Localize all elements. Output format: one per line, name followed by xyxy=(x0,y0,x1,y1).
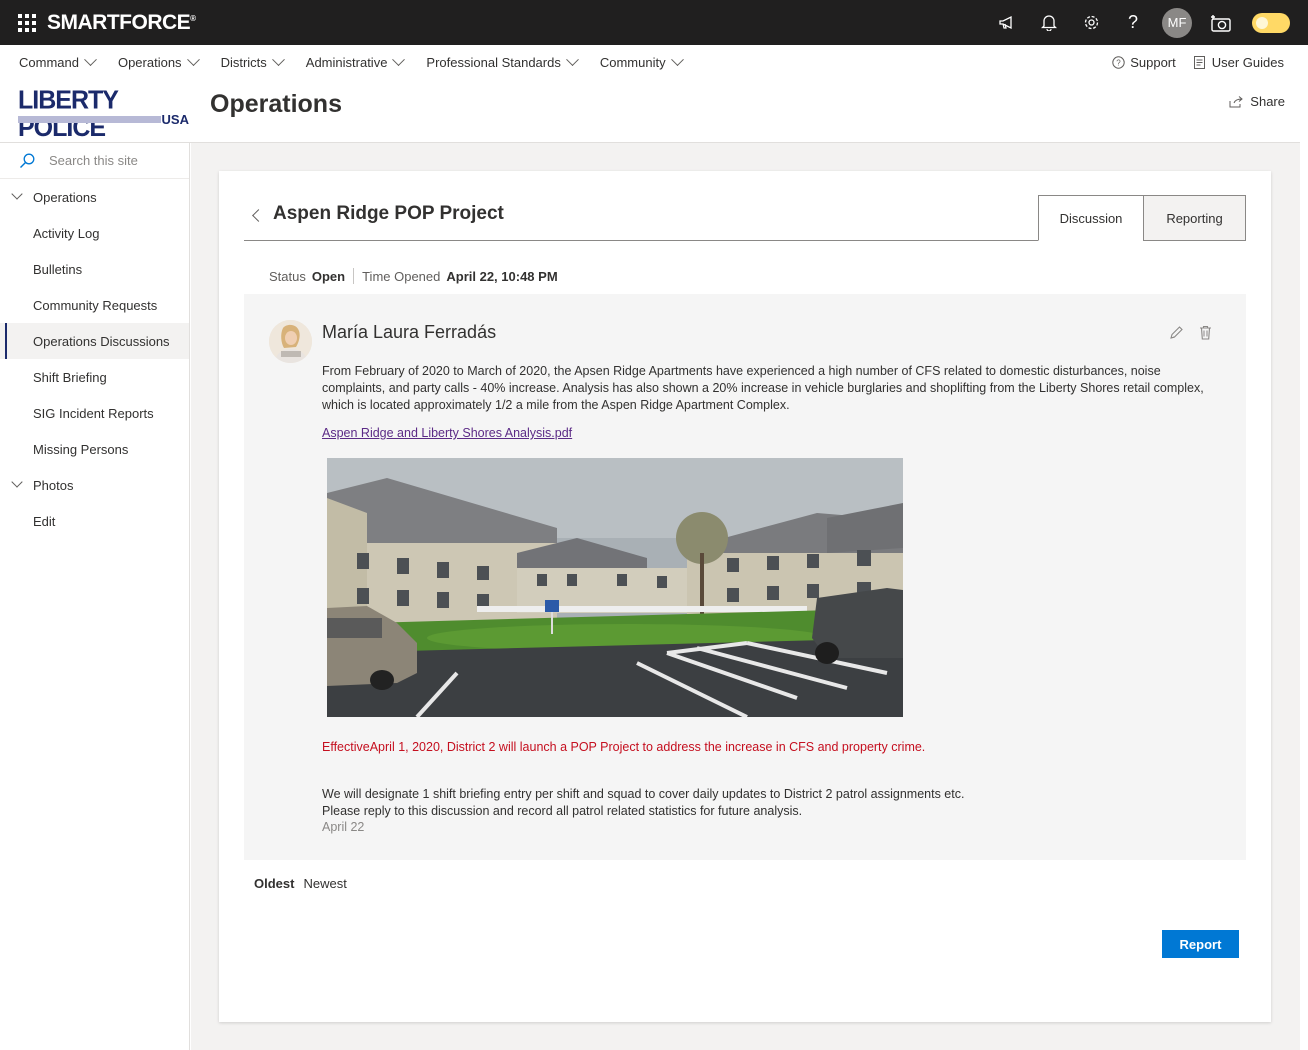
camera-icon[interactable] xyxy=(1200,0,1242,45)
sort-oldest[interactable]: Oldest xyxy=(254,876,294,891)
leftnav-photos[interactable]: Photos xyxy=(0,467,189,503)
post-date: April 22 xyxy=(322,820,365,834)
tab-reporting[interactable]: Reporting xyxy=(1143,195,1246,241)
reply-sort: Oldest Newest xyxy=(254,876,347,891)
leftnav-missing-persons[interactable]: Missing Persons xyxy=(0,431,189,467)
search-placeholder: Search this site xyxy=(49,153,138,168)
user-guides-link[interactable]: User Guides xyxy=(1193,55,1284,70)
report-button[interactable]: Report xyxy=(1162,930,1239,958)
chevron-down-icon xyxy=(392,53,406,67)
help-circle-icon: ? xyxy=(1112,56,1125,69)
leftnav-operations-discussions[interactable]: Operations Discussions xyxy=(0,323,189,359)
discussion-card: Aspen Ridge POP Project Discussion Repor… xyxy=(219,171,1271,1022)
post-followup: We will designate 1 shift briefing entry… xyxy=(322,787,965,818)
megaphone-icon[interactable] xyxy=(986,0,1028,45)
theme-toggle[interactable] xyxy=(1252,12,1290,33)
highlight-text: EffectiveApril 1, 2020, District 2 will … xyxy=(322,740,926,754)
attachment-link[interactable]: Aspen Ridge and Liberty Shores Analysis.… xyxy=(322,426,572,440)
leftnav-activity-log[interactable]: Activity Log xyxy=(0,215,189,251)
support-link[interactable]: ? Support xyxy=(1112,55,1176,70)
leftnav-edit[interactable]: Edit xyxy=(0,503,189,539)
tab-discussion[interactable]: Discussion xyxy=(1038,195,1144,241)
leftnav-community-requests[interactable]: Community Requests xyxy=(0,287,189,323)
chevron-down-icon[interactable] xyxy=(11,476,23,488)
nav-administrative[interactable]: Administrative xyxy=(306,53,406,70)
nav-professional-standards[interactable]: Professional Standards xyxy=(426,53,579,70)
leftnav-operations[interactable]: Operations xyxy=(0,179,189,215)
bell-icon[interactable] xyxy=(1028,0,1070,45)
help-icon[interactable]: ? xyxy=(1112,0,1154,45)
time-opened-label: Time Opened xyxy=(362,268,441,284)
discussion-header: Aspen Ridge POP Project Discussion Repor… xyxy=(244,195,1246,241)
leftnav-sig-incident-reports[interactable]: SIG Incident Reports xyxy=(0,395,189,431)
leftnav-shift-briefing[interactable]: Shift Briefing xyxy=(0,359,189,395)
document-icon xyxy=(1193,56,1205,69)
chevron-down-icon xyxy=(670,53,684,67)
share-icon xyxy=(1229,95,1244,107)
svg-text:?: ? xyxy=(1116,59,1121,68)
discussion-post: María Laura Ferradás From February of 20… xyxy=(244,294,1246,860)
site-logo[interactable]: LIBERTY POLICE USA xyxy=(18,87,191,141)
delete-icon[interactable] xyxy=(1199,325,1212,345)
status-label: Status xyxy=(269,268,306,284)
discussion-title: Aspen Ridge POP Project xyxy=(273,203,504,224)
page-canvas: Aspen Ridge POP Project Discussion Repor… xyxy=(191,143,1300,1050)
gear-icon[interactable] xyxy=(1070,0,1112,45)
chevron-down-icon xyxy=(565,53,579,67)
app-launcher-icon[interactable] xyxy=(16,12,38,34)
user-avatar[interactable]: MF xyxy=(1162,7,1192,38)
nav-operations[interactable]: Operations xyxy=(118,53,200,70)
author-avatar[interactable] xyxy=(269,320,312,363)
left-navigation: Search this site Operations Activity Log… xyxy=(0,143,190,1050)
edit-icon[interactable] xyxy=(1169,325,1184,345)
discussion-meta: Status Open Time Opened April 22, 10:48 … xyxy=(269,268,558,284)
chevron-down-icon xyxy=(84,53,97,67)
chevron-down-icon xyxy=(186,53,200,67)
chevron-down-icon[interactable] xyxy=(11,188,23,200)
site-header: LIBERTY POLICE USA Operations Share xyxy=(0,80,1300,143)
post-body: From February of 2020 to March of 2020, … xyxy=(322,364,1204,412)
search-icon xyxy=(20,153,35,168)
apartment-photo xyxy=(327,458,903,717)
sort-newest[interactable]: Newest xyxy=(303,876,346,891)
nav-districts[interactable]: Districts xyxy=(221,53,285,70)
nav-command[interactable]: Command xyxy=(19,53,97,70)
status-value: Open xyxy=(311,268,346,284)
brand-name[interactable]: SMARTFORCE® xyxy=(47,11,196,35)
back-chevron-icon[interactable] xyxy=(252,209,265,222)
post-author[interactable]: María Laura Ferradás xyxy=(322,322,496,343)
share-button[interactable]: Share xyxy=(1229,94,1285,109)
leftnav-bulletins[interactable]: Bulletins xyxy=(0,251,189,287)
suite-bar: SMARTFORCE® ? MF xyxy=(0,0,1308,45)
nav-community[interactable]: Community xyxy=(600,53,684,70)
site-title[interactable]: Operations xyxy=(210,90,342,119)
chevron-down-icon xyxy=(271,53,285,67)
top-navigation: Command Operations Districts Administrat… xyxy=(0,45,1308,80)
time-opened-value: April 22, 10:48 PM xyxy=(446,268,558,284)
site-search[interactable]: Search this site xyxy=(0,143,189,179)
